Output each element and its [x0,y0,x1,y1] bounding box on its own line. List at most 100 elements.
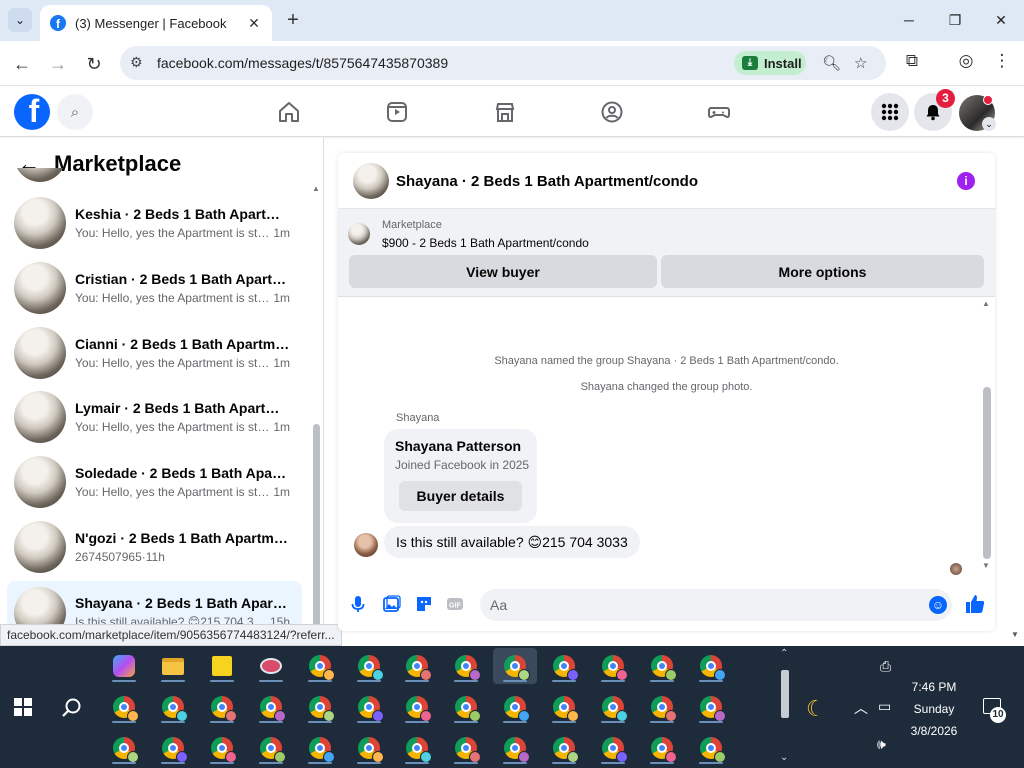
taskbar-app-chrome[interactable] [444,730,488,766]
browser-tab-messenger[interactable]: f (3) Messenger | Facebook ✕ [40,5,272,41]
chrome-menu-icon[interactable]: ⋮ [989,51,1015,71]
taskbar-app-chrome[interactable] [151,730,195,766]
sticker-icon[interactable] [414,594,434,614]
conversation-item[interactable]: N'gozi · 2 Beds 1 Bath Apartmen... 26745… [7,516,302,578]
more-options-button[interactable]: More options [661,255,984,288]
buyer-details-button[interactable]: Buyer details [399,481,522,511]
taskbar-app-chrome[interactable] [395,648,439,684]
url-text[interactable]: facebook.com/messages/t/8575647435870389 [157,55,448,71]
scroll-up-icon[interactable]: ⌃ [780,648,788,659]
taskbar-app-chrome[interactable] [689,730,733,766]
message-input[interactable] [490,595,910,615]
facebook-logo-icon[interactable]: f [14,94,50,130]
site-info-icon[interactable]: ⚙ [130,54,143,71]
reload-button[interactable]: ↻ [81,51,107,77]
extensions-icon[interactable]: ⧉ [899,51,925,71]
taskbar-app-chrome[interactable] [395,730,439,766]
taskbar-app-chrome[interactable] [640,689,684,725]
taskbar-app-chrome[interactable] [542,648,586,684]
taskbar-clock[interactable]: 7:46 PM Sunday 3/8/2026 [895,676,973,742]
scroll-up-icon[interactable]: ▲ [312,184,320,193]
photo-icon[interactable] [381,594,401,614]
taskbar-app[interactable] [151,648,195,684]
gif-icon[interactable]: GIF [445,594,465,614]
view-buyer-button[interactable]: View buyer [349,255,657,288]
install-app-button[interactable]: ⤓ Install [734,51,806,75]
taskbar-app[interactable] [249,648,293,684]
taskbar-app-chrome[interactable] [102,730,146,766]
conversation-item[interactable]: Keshia · 2 Beds 1 Bath Apartmen... You: … [7,192,302,254]
volume-icon[interactable]: 🕪︎ [877,736,886,753]
taskbar-app-chrome[interactable] [444,648,488,684]
taskbar-app-chrome[interactable] [591,689,635,725]
taskbar-app-chrome[interactable] [542,689,586,725]
taskbar-app-chrome[interactable] [347,648,391,684]
taskbar-search-icon[interactable] [60,696,84,720]
chat-title[interactable]: Shayana · 2 Beds 1 Bath Apartment/condo [396,173,698,190]
taskbar-app-chrome[interactable] [591,730,635,766]
listing-price-title[interactable]: $900 - 2 Beds 1 Bath Apartment/condo [382,236,589,250]
bookmark-star-icon[interactable]: ☆ [854,54,867,72]
taskbar-app-chrome[interactable] [395,689,439,725]
scrollbar-thumb[interactable] [781,670,789,718]
restore-button[interactable]: ❐ [932,0,978,40]
taskbar-app-chrome[interactable] [640,730,684,766]
taskbar-app-chrome[interactable] [542,730,586,766]
conversation-item[interactable]: Soledade · 2 Beds 1 Bath Apart... You: H… [7,451,302,513]
scrollbar-thumb[interactable] [983,387,991,559]
address-bar[interactable]: ⚙ facebook.com/messages/t/85756474358703… [120,46,886,80]
info-icon[interactable]: i [957,172,975,190]
chat-scrollbar[interactable]: ▲ ▼ [982,299,992,571]
chevron-down-icon[interactable]: ⌄ [982,117,996,131]
taskbar-app-chrome[interactable] [200,689,244,725]
zoom-icon[interactable]: 🔍︎ [822,54,841,72]
minimize-button[interactable]: ─ [886,0,932,40]
taskbar-app-chrome[interactable] [493,648,538,684]
menu-grid-button[interactable] [871,93,909,131]
night-light-moon-icon[interactable]: ☾ [806,696,826,722]
marketplace-icon[interactable] [493,100,517,124]
taskbar-app-chrome[interactable] [298,689,342,725]
page-scroll-down-icon[interactable]: ▼ [1011,630,1019,639]
taskbar-app-chrome[interactable] [298,648,342,684]
sender-avatar[interactable] [354,533,378,557]
taskbar-app-chrome[interactable] [689,689,733,725]
taskbar-app[interactable] [200,648,244,684]
taskbar-app-chrome[interactable] [640,648,684,684]
network-icon[interactable]: ▭ [878,698,891,715]
taskbar-app-chrome[interactable] [347,730,391,766]
emoji-icon[interactable]: ☺ [929,596,947,614]
gaming-icon[interactable] [707,100,731,124]
windows-start-icon[interactable] [14,698,32,716]
group-photo[interactable] [353,163,389,199]
tab-search-menu-button[interactable]: ⌄ [8,8,32,32]
listing-thumbnail[interactable] [348,223,370,245]
taskbar-app-chrome[interactable] [493,730,537,766]
groups-icon[interactable] [600,100,624,124]
camera-icon[interactable]: ⎙ [880,658,891,675]
close-tab-icon[interactable]: ✕ [246,15,262,32]
taskbar-app[interactable] [102,648,146,684]
conversation-item[interactable]: Cristian · 2 Beds 1 Bath Apartme... You:… [7,257,302,319]
taskbar-app-chrome[interactable] [493,689,537,725]
taskbar-scrollbar[interactable]: ⌃ ⌄ [778,648,792,766]
profile-icon[interactable]: ◎ [953,51,979,71]
list-item-partial[interactable] [7,168,302,182]
conversation-item[interactable]: Lymair · 2 Beds 1 Bath Apartme... You: H… [7,386,302,448]
search-icon[interactable]: ⌕ [57,94,93,130]
conversation-item[interactable]: Cianni · 2 Beds 1 Bath Apartmen... You: … [7,322,302,384]
forward-button[interactable]: → [45,51,71,77]
message-bubble[interactable]: Is this still available? 😊215 704 3033 [384,526,640,558]
scroll-down-icon[interactable]: ⌄ [780,752,788,763]
close-window-button[interactable]: ✕ [978,0,1024,40]
taskbar-app-chrome[interactable] [249,689,293,725]
taskbar-app-chrome[interactable] [591,648,635,684]
scroll-down-icon[interactable]: ▼ [982,561,990,570]
taskbar-app-chrome[interactable] [689,648,733,684]
taskbar-app-chrome[interactable] [151,689,195,725]
microphone-icon[interactable] [348,594,368,614]
taskbar-app-chrome[interactable] [102,689,146,725]
message-composer[interactable]: ☺ [480,589,952,621]
taskbar-app-chrome[interactable] [200,730,244,766]
thumbs-up-icon[interactable] [964,593,986,615]
